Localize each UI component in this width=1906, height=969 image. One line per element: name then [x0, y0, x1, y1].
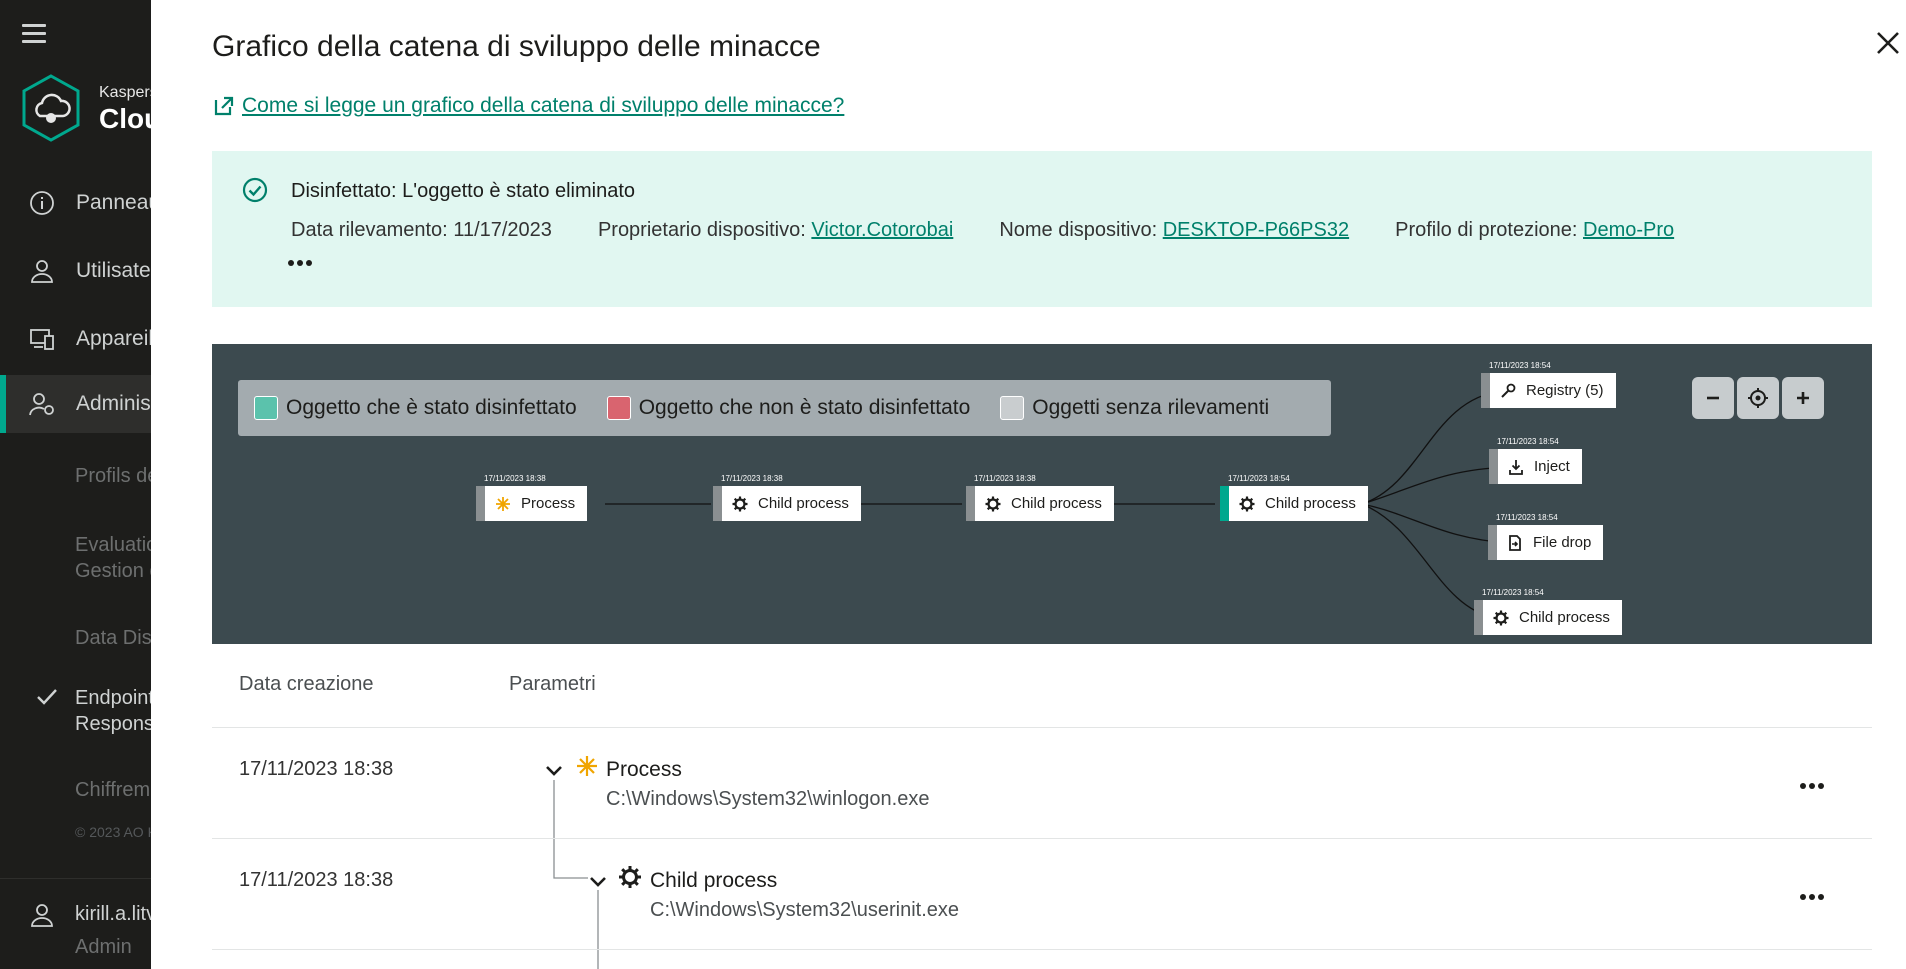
sidebar-subitem-label: Profils de sécurité — [75, 465, 151, 487]
brand-line-1: Kaspersky — [99, 84, 151, 101]
devices-icon — [30, 329, 54, 350]
cloud-logo-icon — [22, 74, 80, 142]
user-name: kirill.a.litvinov — [75, 903, 151, 925]
table-row[interactable]: 17/11/2023 18:38 Child process C:\Window… — [212, 839, 1872, 950]
graph-node-label: Child process — [1265, 495, 1356, 512]
brand-name: Kaspersky Cloud — [99, 85, 151, 133]
graph-node-registry[interactable]: Registry (5) — [1481, 373, 1616, 408]
info-icon — [30, 191, 54, 215]
sidebar-subitem-label-2: Response — [75, 713, 151, 735]
node-timestamp: 17/11/2023 18:54 — [1489, 361, 1551, 370]
center-graph-button[interactable] — [1737, 377, 1779, 419]
sidebar-subitem-label: Evaluation et — [75, 534, 151, 556]
hamburger-menu-icon[interactable] — [22, 24, 46, 44]
user-icon — [31, 260, 53, 283]
plus-icon — [1797, 392, 1809, 404]
sidebar-item-label: Appareils — [76, 327, 151, 350]
gear-icon — [1239, 496, 1255, 511]
sidebar-subitem-label: Data Discovery — [75, 627, 151, 649]
threat-chain-drawer: Grafico della catena di sviluppo delle m… — [151, 0, 1906, 969]
protection-profile: Profilo di protezione: Demo-Pro — [1395, 219, 1674, 242]
graph-node-label: Child process — [1011, 495, 1102, 512]
legend-item-no-detections: Oggetti senza rilevamenti — [1000, 396, 1269, 420]
graph-node-file-drop[interactable]: File drop — [1488, 525, 1604, 560]
crosshair-icon — [1748, 388, 1768, 408]
sidebar-subitem-label: Endpoint Detection and — [75, 687, 151, 709]
sidebar-item-administration[interactable]: Administration — [0, 375, 151, 433]
asterisk-icon — [577, 756, 597, 776]
sidebar-item-dashboard[interactable]: Panneau de contrôle — [0, 174, 151, 232]
sidebar-subitem-label: Chiffrement — [75, 779, 151, 801]
node-timestamp: 17/11/2023 18:38 — [974, 474, 1036, 483]
chevron-down-icon[interactable] — [545, 764, 563, 778]
registry-icon — [1501, 383, 1516, 398]
checkmark-icon — [37, 689, 57, 705]
graph-node-child-process[interactable]: Child process — [966, 486, 1114, 521]
minus-icon — [1707, 396, 1719, 400]
graph-node-label: Inject — [1534, 458, 1570, 475]
node-timestamp: 17/11/2023 18:54 — [1496, 513, 1558, 522]
graph-node-inject[interactable]: Inject — [1489, 449, 1582, 484]
user-profile[interactable]: kirill.a.litvinov Admin — [0, 878, 151, 969]
row-process-path: C:\Windows\System32\winlogon.exe — [606, 788, 930, 810]
sidebar-subitem-data-discovery[interactable]: Data Discovery — [75, 625, 151, 651]
row-more-button[interactable] — [1800, 776, 1832, 792]
device-name-label: Nome dispositivo: — [999, 219, 1158, 241]
device-name: Nome dispositivo: DESKTOP-P66PS32 — [999, 219, 1349, 242]
legend-swatch — [1000, 396, 1025, 420]
row-process-name: Process — [606, 758, 682, 781]
close-icon[interactable] — [1873, 28, 1903, 58]
sidebar-item-users[interactable]: Utilisateurs — [0, 242, 151, 300]
graph-node-label: File drop — [1533, 534, 1592, 551]
device-name-link[interactable]: DESKTOP-P66PS32 — [1163, 219, 1349, 241]
graph-node-label: Registry (5) — [1526, 382, 1604, 399]
graph-node-child-process-disinfected[interactable]: Child process — [1220, 486, 1368, 521]
row-more-button[interactable] — [1800, 887, 1832, 903]
sidebar-subitem-edr[interactable]: Endpoint Detection and Response — [75, 685, 151, 737]
sidebar-subitem-security-profiles[interactable]: Profils de sécurité — [75, 463, 151, 489]
row-process-name: Child process — [650, 869, 778, 892]
legend-label: Oggetti senza rilevamenti — [1032, 396, 1270, 419]
file-drop-icon — [1509, 534, 1521, 551]
brand-line-2: Cloud — [99, 103, 151, 134]
admin-icon — [29, 393, 54, 416]
gear-icon — [985, 496, 1001, 511]
graph-node-child-process[interactable]: Child process — [1474, 600, 1622, 635]
sidebar-subitem-vulnerability[interactable]: Evaluation et Gestion des vuln. — [75, 532, 151, 584]
graph-node-label: Child process — [1519, 609, 1610, 626]
row-date: 17/11/2023 18:38 — [239, 869, 394, 891]
copyright: © 2023 AO Kaspersky Lab — [75, 824, 151, 840]
node-timestamp: 17/11/2023 18:54 — [1482, 588, 1544, 597]
inject-icon — [1509, 459, 1523, 475]
user-role: Admin — [75, 936, 132, 958]
zoom-out-button[interactable] — [1692, 377, 1734, 419]
user-icon — [31, 904, 53, 927]
sidebar-item-label: Utilisateurs — [76, 259, 151, 282]
sidebar-item-devices[interactable]: Appareils — [0, 310, 151, 368]
protection-profile-label: Profilo di protezione: — [1395, 219, 1578, 241]
gear-icon — [619, 866, 641, 888]
gear-icon — [1493, 610, 1509, 625]
node-timestamp: 17/11/2023 18:54 — [1497, 437, 1559, 446]
table-row[interactable]: 17/11/2023 18:38 Process C:\Windows\Syst… — [212, 728, 1872, 839]
sidebar-subitem-label-2: Gestion des vuln. — [75, 560, 151, 582]
row-date: 17/11/2023 18:38 — [239, 758, 394, 780]
zoom-in-button[interactable] — [1782, 377, 1824, 419]
sidebar-item-label: Panneau de contrôle — [76, 191, 151, 214]
node-timestamp: 17/11/2023 18:54 — [1228, 474, 1290, 483]
sidebar: Kaspersky Cloud Panneau de contrôle Util… — [0, 0, 151, 969]
chevron-down-icon[interactable] — [589, 875, 607, 889]
sidebar-item-label: Administration — [76, 392, 151, 415]
sidebar-subitem-encryption[interactable]: Chiffrement — [75, 777, 151, 803]
row-process-path: C:\Windows\System32\userinit.exe — [650, 899, 960, 921]
protection-profile-link[interactable]: Demo-Pro — [1583, 219, 1674, 241]
